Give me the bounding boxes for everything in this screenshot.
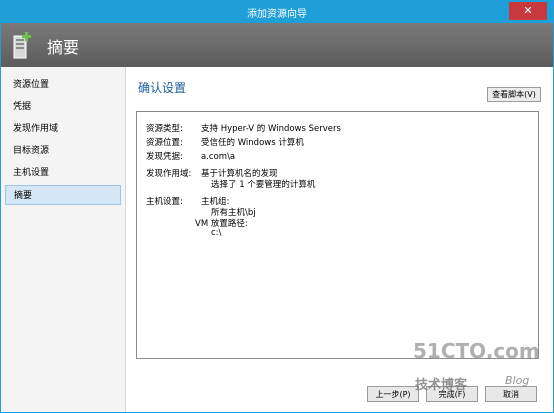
summary-value: a.com\a	[201, 152, 236, 162]
previous-button[interactable]: 上一步(P)	[367, 386, 419, 402]
summary-vm-path: c:\	[211, 228, 222, 238]
wizard-window: 添加资源向导 ✕ 摘要 资源位置 凭据 发现作用域 目标资源 主机设置 摘要 确…	[0, 0, 554, 413]
summary-value: 支持 Hyper-V 的 Windows Servers	[201, 124, 341, 134]
summary-key: 资源位置:	[146, 138, 183, 148]
section-heading: 确认设置	[138, 81, 187, 95]
cancel-button[interactable]: 取消	[485, 386, 537, 402]
close-button[interactable]: ✕	[509, 2, 547, 20]
summary-key: 发现凭据:	[146, 152, 183, 162]
sidebar-item-discovery-scope[interactable]: 发现作用域	[5, 119, 121, 139]
summary-discovery-scope-sub: 选择了 1 个要管理的计算机	[211, 180, 316, 190]
watermark-tagline: 技术博客	[415, 378, 468, 393]
window-title: 添加资源向导	[247, 9, 307, 20]
summary-resource-location: 资源位置: 受信任的 Windows 计算机	[146, 136, 304, 148]
wizard-steps-sidebar: 资源位置 凭据 发现作用域 目标资源 主机设置 摘要	[1, 67, 126, 412]
sidebar-item-resource-location[interactable]: 资源位置	[5, 75, 121, 95]
server-add-icon	[13, 32, 31, 59]
watermark-site: 51CTO.com	[413, 339, 540, 363]
sidebar-item-credentials[interactable]: 凭据	[5, 97, 121, 117]
summary-value: 受信任的 Windows 计算机	[201, 138, 304, 148]
page-banner: 摘要	[1, 23, 553, 67]
title-bar[interactable]: 添加资源向导 ✕	[1, 1, 553, 23]
summary-key: 发现作用域:	[146, 169, 192, 179]
sidebar-item-summary[interactable]: 摘要	[5, 185, 121, 205]
sidebar-item-host-settings[interactable]: 主机设置	[5, 163, 121, 183]
view-script-button[interactable]: 查看脚本(V)	[487, 87, 541, 102]
sidebar-item-target-resources[interactable]: 目标资源	[5, 141, 121, 161]
page-title: 摘要	[47, 38, 80, 57]
summary-resource-type: 资源类型: 支持 Hyper-V 的 Windows Servers	[146, 122, 341, 134]
watermark-blog: Blog	[505, 374, 530, 387]
summary-key: 主机设置:	[146, 197, 183, 207]
summary-discovery-credentials: 发现凭据: a.com\a	[146, 150, 235, 162]
summary-panel: 资源类型: 支持 Hyper-V 的 Windows Servers 资源位置: 受…	[136, 111, 539, 359]
summary-key: 资源类型:	[146, 124, 183, 134]
